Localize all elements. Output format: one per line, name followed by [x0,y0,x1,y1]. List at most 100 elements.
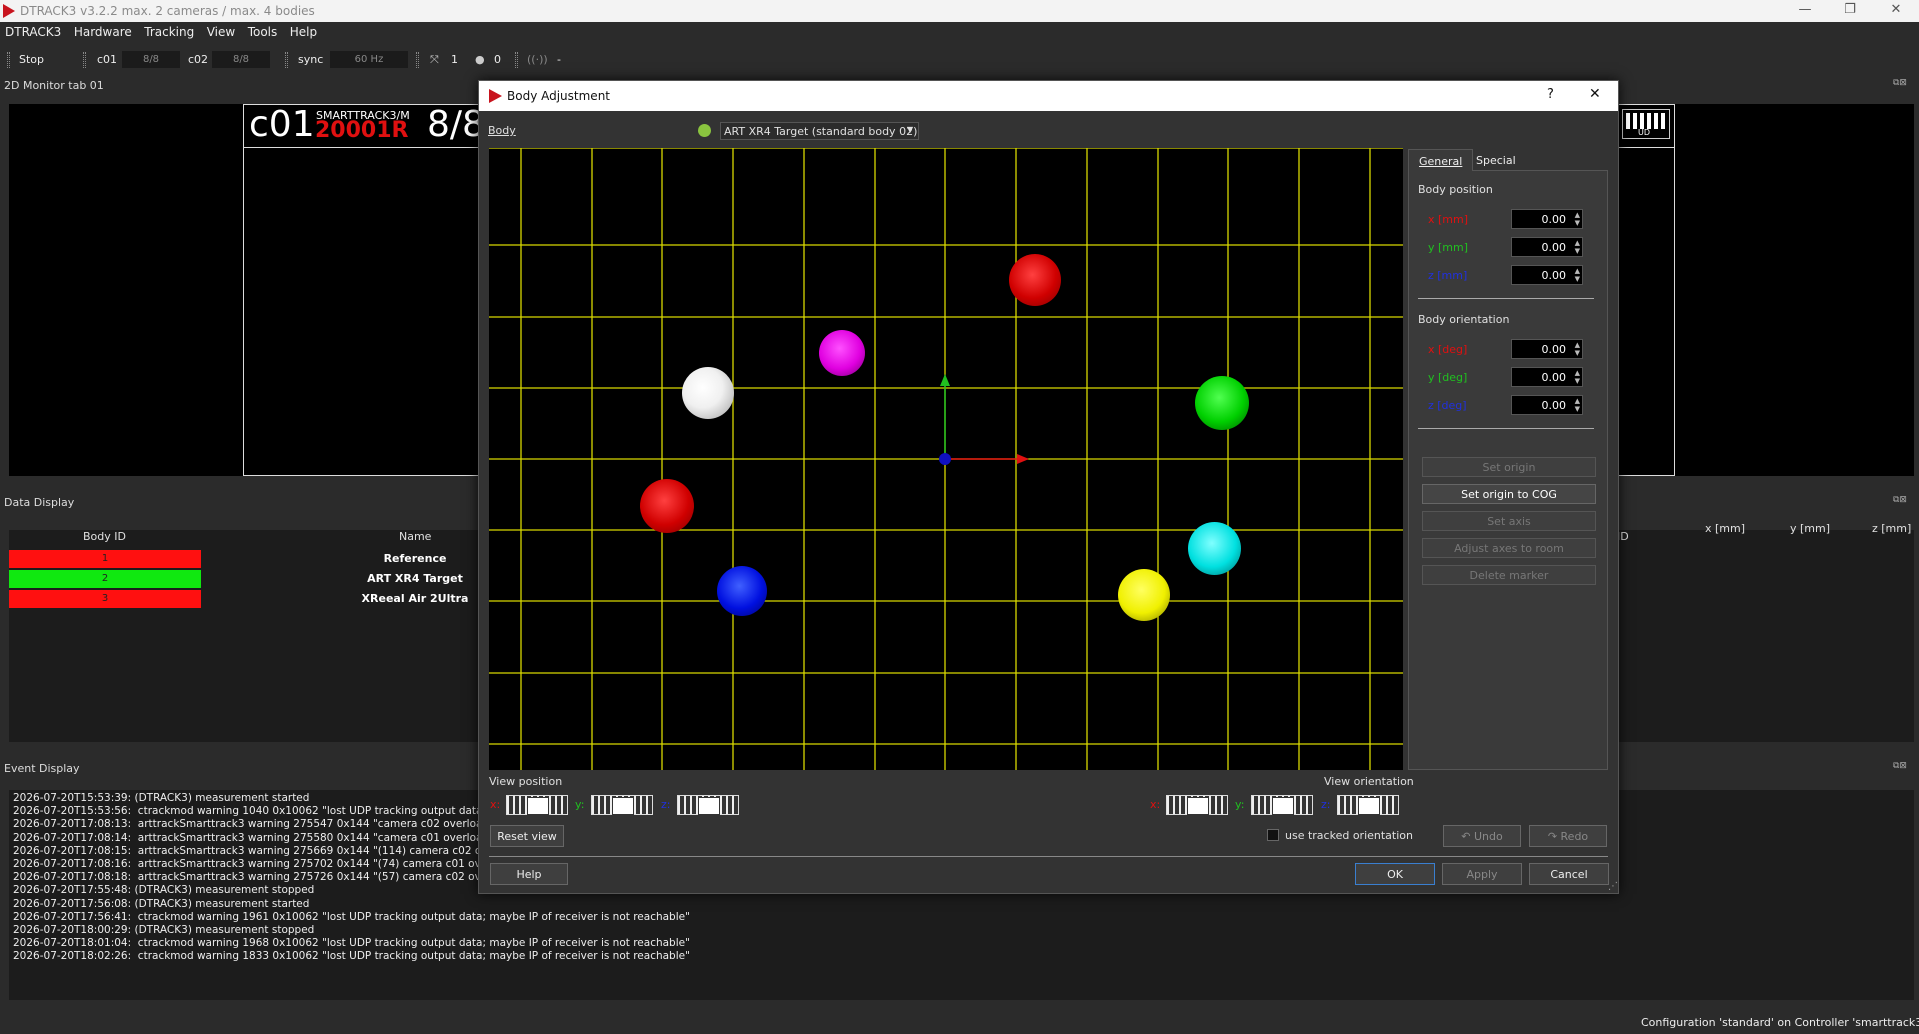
undo-label: Undo [1473,830,1503,843]
body-label: Body [488,124,516,137]
menu-help[interactable]: Help [285,22,321,39]
c02-count: 8/8 [212,51,270,68]
stop-button[interactable]: Stop [19,53,44,66]
view-ori-x-slider[interactable] [1166,795,1228,815]
col-x: x [mm] [1705,522,1746,535]
table-row-body-id[interactable]: 3 [9,590,201,608]
close-window-icon[interactable]: ✕ [1876,2,1916,20]
panel-float-icon[interactable]: ⧉⊠ [1893,78,1907,88]
col-z: z [mm] [1872,522,1912,535]
view-pos-y-slider[interactable] [591,795,653,815]
dtrack-logo-icon [3,4,15,18]
body-select-value: ART XR4 Target (standard body 02) [724,125,918,138]
spin-arrows-icon[interactable]: ▲ ▼ [1575,397,1580,413]
pos-x-value: 0.00 [1541,213,1567,226]
redo-icon: ↷ [1547,830,1558,843]
spin-arrows-icon[interactable]: ▲ ▼ [1575,369,1580,385]
spin-arrows-icon[interactable]: ▲ ▼ [1575,211,1580,227]
body-ok-icon [698,124,711,137]
pos-y-value: 0.00 [1541,241,1567,254]
cancel-button[interactable]: Cancel [1529,863,1609,885]
spin-arrows-icon[interactable]: ▲ ▼ [1575,239,1580,255]
sync-label: sync [298,53,324,66]
menu-view[interactable]: View [202,22,239,39]
redo-label: Redo [1560,830,1589,843]
spin-arrows-icon[interactable]: ▲ ▼ [1575,267,1580,283]
dialog-titlebar: Body Adjustment ? ✕ [479,81,1618,111]
menu-tools[interactable]: Tools [243,22,282,39]
panel-float-icon[interactable]: ⧉⊠ [1893,761,1907,771]
ori-z-input[interactable]: 0.00 ▲ ▼ [1511,395,1583,415]
redo-button[interactable]: ↷ Redo [1529,825,1607,847]
resize-grip-icon[interactable]: ⋰ [1608,881,1618,892]
dialog-title: Body Adjustment [507,89,611,103]
body-select[interactable]: ART XR4 Target (standard body 02) ▼ [720,122,919,140]
ok-button[interactable]: OK [1355,863,1435,885]
monitor-title: 2D Monitor tab 01 [4,79,104,92]
view-pos-x-slider[interactable] [506,795,568,815]
toolbar-grip[interactable] [7,52,10,68]
tab-special[interactable]: Special [1466,149,1526,171]
table-row-body-id[interactable]: 2 [9,570,201,588]
table-row-body-id[interactable]: 1 [9,550,201,568]
view-ori-z-slider[interactable] [1337,795,1399,815]
panel-float-icon[interactable]: ⧉⊠ [1893,495,1907,505]
chevron-down-icon: ▼ [907,125,914,134]
set-origin-cog-button[interactable]: Set origin to COG [1422,484,1596,504]
body-3d-viewport[interactable] [489,148,1403,770]
menu-bar: DTRACK3 Hardware Tracking View Tools Hel… [0,22,1919,44]
view-pos-z-slider[interactable] [677,795,739,815]
view-pos-x-label: x: [490,798,501,811]
c01-count: 8/8 [122,51,180,68]
menu-hardware[interactable]: Hardware [69,22,136,39]
delete-marker-button[interactable]: Delete marker [1422,565,1596,585]
adjust-axes-button[interactable]: Adjust axes to room [1422,538,1596,558]
toolbar-grip[interactable] [515,52,518,68]
view-ori-x-label: x: [1150,798,1161,811]
sync-rate: 60 Hz [330,51,408,68]
col-name: Name [399,530,432,543]
window-title: DTRACK3 v3.2.2 max. 2 cameras / max. 4 b… [20,4,315,18]
dialog-help-icon[interactable]: ? [1547,87,1554,102]
set-origin-button[interactable]: Set origin [1422,457,1596,477]
general-tab-panel: Body position x [mm] 0.00 ▲ ▼ y [mm] 0.00 ▲… [1408,170,1608,770]
toolbar-grip[interactable] [416,52,419,68]
view-position-label: View position [489,775,563,788]
view-ori-y-label: y: [1235,798,1245,811]
ori-x-input[interactable]: 0.00 ▲ ▼ [1511,339,1583,359]
ud-label: UD [1638,128,1651,137]
coordinate-axes [939,374,1029,465]
apply-button[interactable]: Apply [1442,863,1522,885]
event-display-title: Event Display [4,762,80,775]
data-display-title: Data Display [4,496,75,509]
tab-general[interactable]: General [1408,149,1474,171]
tab-special-label: Special [1476,154,1516,167]
ori-x-label: x [deg] [1428,343,1468,356]
menu-dtrack3[interactable]: DTRACK3 [0,22,65,39]
use-tracked-label: use tracked orientation [1285,829,1413,842]
pos-y-input[interactable]: 0.00 ▲ ▼ [1511,237,1583,257]
view-ori-y-slider[interactable] [1251,795,1313,815]
pos-z-input[interactable]: 0.00 ▲ ▼ [1511,265,1583,285]
spin-arrows-icon[interactable]: ▲ ▼ [1575,341,1580,357]
marker-icon: ● [475,53,485,66]
status-bar: Configuration 'standard' on Controller '… [0,1012,1919,1034]
status-text: Configuration 'standard' on Controller '… [1641,1016,1919,1029]
help-button[interactable]: Help [490,863,568,885]
c01-label: c01 [97,53,118,66]
use-tracked-checkbox[interactable] [1267,829,1279,841]
minimize-icon[interactable]: — [1785,2,1825,20]
maximize-icon[interactable]: ❐ [1830,2,1870,20]
set-axis-button[interactable]: Set axis [1422,511,1596,531]
ori-y-input[interactable]: 0.00 ▲ ▼ [1511,367,1583,387]
toolbar-grip[interactable] [285,52,288,68]
undo-button[interactable]: ↶ Undo [1443,825,1521,847]
pos-x-input[interactable]: 0.00 ▲ ▼ [1511,209,1583,229]
radio-icon: ((·)) [527,53,548,66]
menu-tracking[interactable]: Tracking [139,22,198,39]
dialog-close-icon[interactable]: ✕ [1589,86,1601,102]
reset-view-button[interactable]: Reset view [490,825,564,847]
event-log-line: 2026-07-20T17:56:41: ctrackmod warning 1… [13,910,690,923]
event-log-line: 2026-07-20T18:00:29: (DTRACK3) measureme… [13,924,315,937]
toolbar-grip[interactable] [83,52,86,68]
